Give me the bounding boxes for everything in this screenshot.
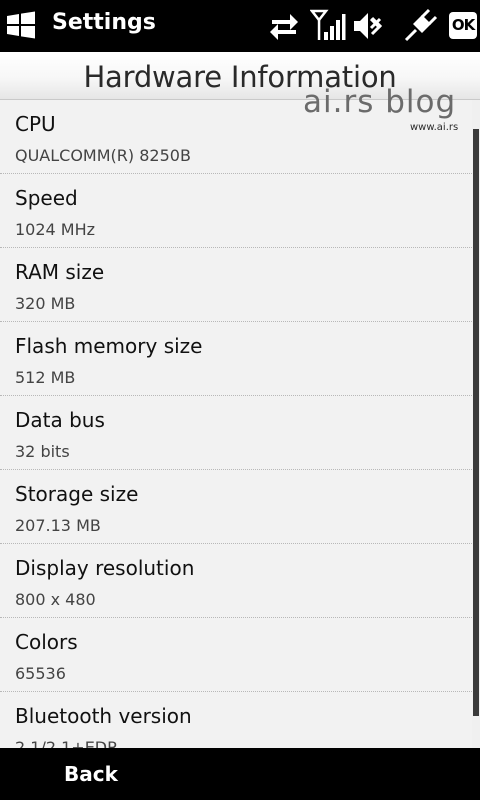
item-label: RAM size <box>15 260 105 284</box>
watermark-url: www.ai.rs <box>410 122 459 133</box>
menu-bar: Back <box>0 748 480 800</box>
item-value: 1024 MHz <box>15 220 96 239</box>
item-label: Speed <box>15 186 78 210</box>
item-value: QUALCOMM(R) 8250B <box>15 146 191 165</box>
item-value: 207.13 MB <box>15 516 101 535</box>
hardware-info-list[interactable]: CPU QUALCOMM(R) 8250B Speed 1024 MHz RAM… <box>0 100 472 748</box>
list-item-colors: Colors 65536 <box>0 618 472 692</box>
item-value: 320 MB <box>15 294 76 313</box>
volume-muted-icon[interactable] <box>352 8 382 44</box>
item-label: Flash memory size <box>15 334 203 358</box>
item-label: Display resolution <box>15 556 195 580</box>
app-title: Settings <box>52 10 156 35</box>
content-area: Hardware Information CPU QUALCOMM(R) 825… <box>0 52 480 748</box>
list-item-data-bus: Data bus 32 bits <box>0 396 472 470</box>
list-item-speed: Speed 1024 MHz <box>0 174 472 248</box>
item-value: 800 x 480 <box>15 590 96 609</box>
list-item-storage-size: Storage size 207.13 MB <box>0 470 472 544</box>
item-label: CPU <box>15 112 56 136</box>
power-plug-icon[interactable] <box>402 8 438 44</box>
list-item-display-resolution: Display resolution 800 x 480 <box>0 544 472 618</box>
item-label: Data bus <box>15 408 105 432</box>
signal-icon[interactable] <box>310 8 346 44</box>
item-value: 512 MB <box>15 368 76 387</box>
watermark-title: ai.rs blog <box>303 84 457 120</box>
back-button[interactable]: Back <box>0 748 180 800</box>
item-label: Colors <box>15 630 78 654</box>
list-item-flash-memory: Flash memory size 512 MB <box>0 322 472 396</box>
item-label: Bluetooth version <box>15 704 192 728</box>
status-bar: Settings OK <box>0 0 480 52</box>
ok-button[interactable]: OK <box>449 12 477 39</box>
item-value: 2.1/2.1+EDR <box>15 738 119 748</box>
scrollbar[interactable] <box>473 129 479 716</box>
item-value: 65536 <box>15 664 66 683</box>
windows-start-icon[interactable] <box>4 9 40 41</box>
list-item-bluetooth-version: Bluetooth version 2.1/2.1+EDR <box>0 692 472 748</box>
data-sync-icon[interactable] <box>268 8 300 44</box>
item-value: 32 bits <box>15 442 70 461</box>
item-label: Storage size <box>15 482 139 506</box>
list-item-ram-size: RAM size 320 MB <box>0 248 472 322</box>
